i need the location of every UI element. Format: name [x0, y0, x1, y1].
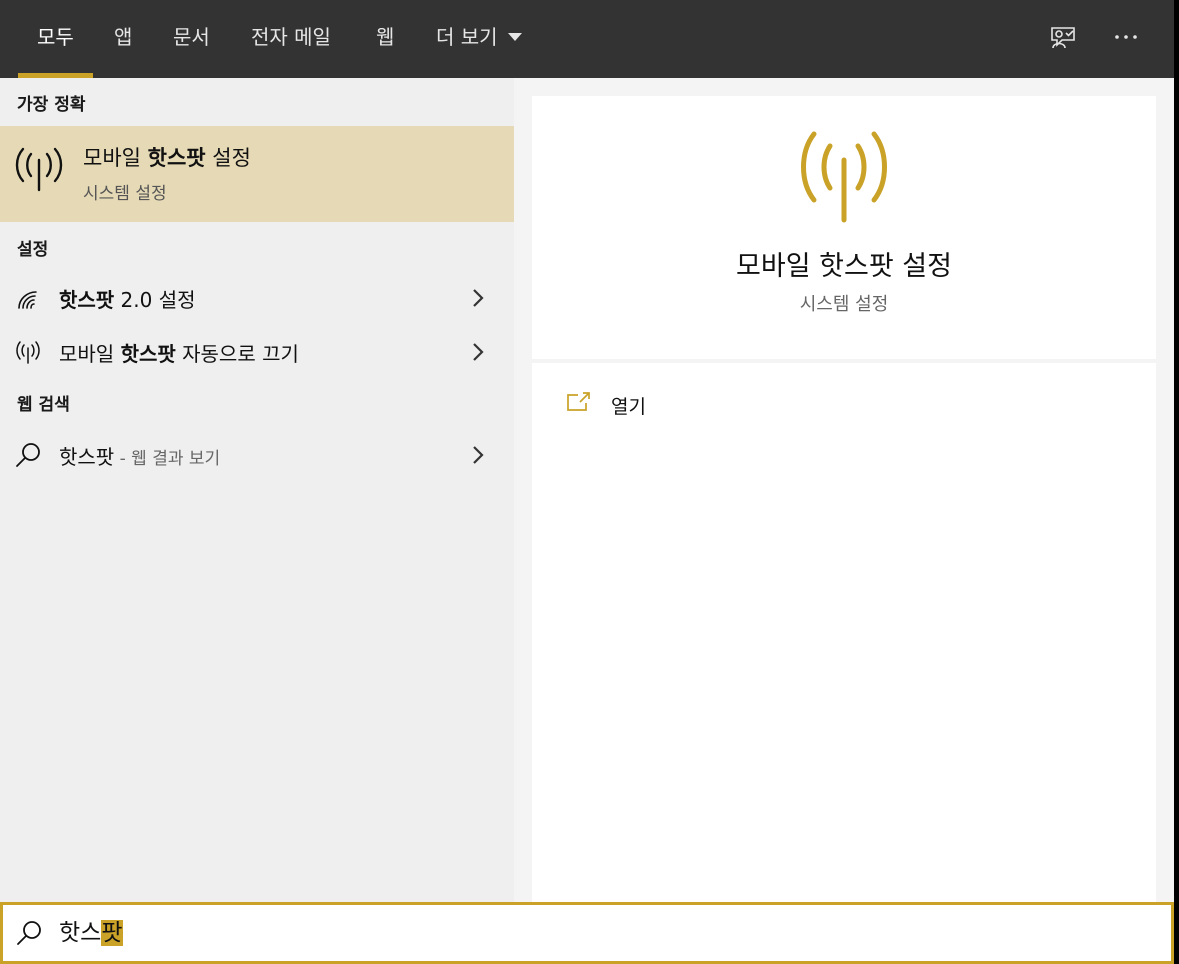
open-button[interactable]: 열기: [566, 389, 766, 421]
list-item-hotspot-2-settings[interactable]: 핫스팟 2.0 설정: [0, 274, 514, 322]
search-input[interactable]: 핫스팟: [59, 915, 123, 951]
search-scope-tabbar: 모두 앱 문서 전자 메일 웹 더 보기: [0, 0, 1174, 78]
window-edge: [1174, 0, 1179, 964]
caret-down-icon: [507, 33, 522, 41]
web-search-header: 웹 검색: [17, 395, 70, 415]
tab-documents-label: 문서: [173, 25, 210, 49]
tab-all[interactable]: 모두: [18, 0, 93, 78]
search-icon: [17, 921, 41, 945]
settings-header: 설정: [17, 240, 49, 260]
preview-actions-card: 열기: [532, 363, 1156, 902]
tab-more-label: 더 보기: [436, 25, 498, 49]
feedback-icon[interactable]: [1048, 22, 1078, 52]
best-match-subtitle: 시스템 설정: [83, 184, 167, 204]
search-box[interactable]: 핫스팟: [0, 902, 1174, 964]
tab-email[interactable]: 전자 메일: [251, 0, 331, 78]
hotspot-antenna-icon: [16, 341, 40, 364]
chevron-right-icon: [473, 343, 484, 361]
tab-apps-label: 앱: [114, 25, 133, 49]
open-external-icon: [567, 392, 590, 411]
search-icon: [16, 443, 40, 467]
tab-web-label: 웹: [376, 25, 395, 49]
best-match-header: 가장 정확: [17, 95, 86, 115]
web-search-result[interactable]: 핫스팟 - 웹 결과 보기: [0, 431, 514, 479]
tab-email-label: 전자 메일: [251, 25, 331, 49]
more-options-icon[interactable]: [1112, 22, 1142, 52]
tab-web[interactable]: 웹: [376, 0, 394, 78]
web-search-label: 핫스팟 - 웹 결과 보기: [59, 445, 221, 469]
chevron-right-icon: [473, 446, 484, 464]
chevron-right-icon: [473, 289, 484, 307]
best-match-result[interactable]: 모바일 핫스팟 설정 시스템 설정: [0, 126, 514, 222]
hotspot-antenna-icon: [801, 131, 887, 223]
best-match-title: 모바일 핫스팟 설정: [83, 146, 251, 170]
tab-documents[interactable]: 문서: [173, 0, 210, 78]
preview-header-card: 모바일 핫스팟 설정 시스템 설정: [532, 96, 1156, 359]
tab-apps[interactable]: 앱: [114, 0, 132, 78]
open-label: 열기: [611, 396, 646, 418]
tab-all-label: 모두: [37, 25, 74, 49]
tab-more-dropdown[interactable]: 더 보기: [436, 0, 522, 78]
search-selection-highlight: 팟: [101, 920, 123, 946]
preview-title: 모바일 핫스팟 설정: [736, 251, 952, 282]
results-pane: 가장 정확 모바일 핫스팟 설정 시스템 설정 설정 핫스팟 2.0 설정 모바…: [0, 78, 514, 902]
list-item-label: 모바일 핫스팟 자동으로 끄기: [59, 342, 299, 366]
list-item-hotspot-auto-off[interactable]: 모바일 핫스팟 자동으로 끄기: [0, 328, 514, 376]
hotspot-antenna-icon: [15, 147, 63, 192]
preview-subtitle: 시스템 설정: [799, 294, 889, 315]
list-item-label: 핫스팟 2.0 설정: [59, 288, 196, 312]
wifi-hotspot-icon: [18, 291, 37, 309]
